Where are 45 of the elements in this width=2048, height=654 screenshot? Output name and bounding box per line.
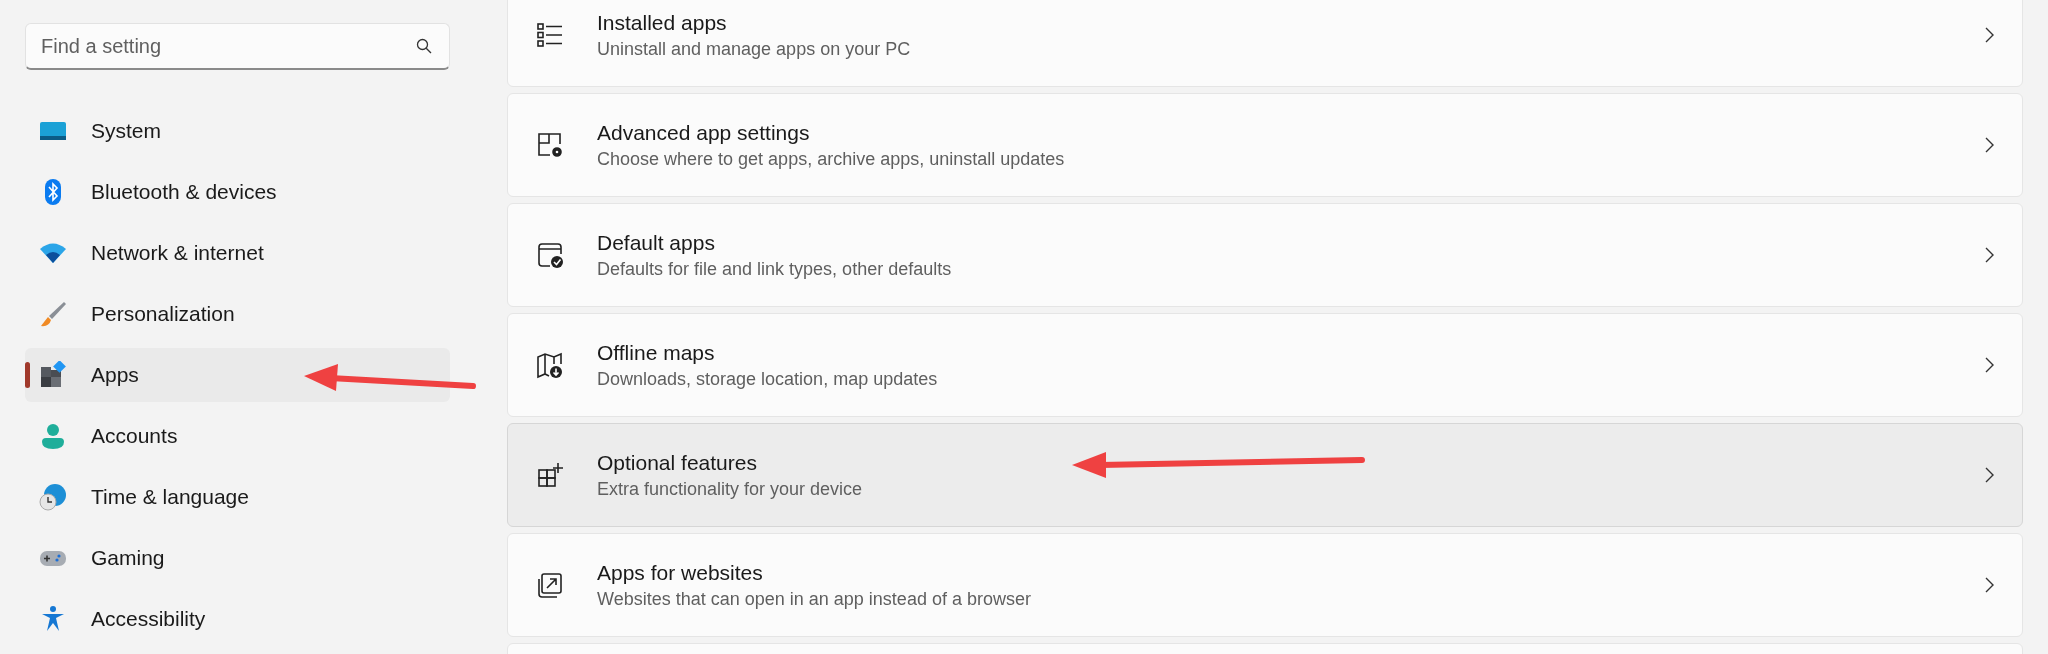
- search-icon: [416, 38, 432, 54]
- chevron-icon: [1984, 27, 1994, 43]
- card-description: Downloads, storage location, map updates: [597, 368, 938, 390]
- card-title: Installed apps: [597, 10, 728, 35]
- settings-card[interactable]: Advanced app settings Choose where to get apps, archive apps, uninstall updates: [507, 93, 2023, 197]
- sidebar-item[interactable]: Time & language: [25, 470, 450, 524]
- selection-indicator: [25, 362, 30, 388]
- card-description: Extra functionality for your device: [597, 478, 863, 500]
- chevron-icon: [1984, 137, 1994, 153]
- window-arrow-icon: [536, 571, 564, 599]
- settings-card[interactable]: Installed apps Uninstall and manage apps on your PC: [507, 0, 2023, 87]
- card-title: Optional features: [597, 450, 758, 475]
- card-description: Defaults for file and link types, other defaults: [597, 258, 952, 280]
- settings-card[interactable]: Default apps Defaults for file and link types, other defaults: [507, 203, 2023, 307]
- settings-card[interactable]: Offline maps Downloads, storage location, map updates: [507, 313, 2023, 417]
- search-field[interactable]: Find a setting: [25, 23, 450, 70]
- sidebar-item[interactable]: Accounts: [25, 409, 450, 463]
- card-title: Advanced app settings: [597, 120, 811, 145]
- sidebar-item[interactable]: System: [25, 104, 450, 158]
- card-description: Choose where to get apps, archive apps, uninstall updates: [597, 148, 1065, 170]
- chevron-icon: [1984, 247, 1994, 263]
- card-description: Uninstall and manage apps on your PC: [597, 38, 911, 60]
- sidebar-item[interactable]: Network & internet: [25, 226, 450, 280]
- card-title: Apps for websites: [597, 560, 764, 585]
- card-title: Offline maps: [597, 340, 716, 365]
- sidebar-item[interactable]: Personalization: [25, 287, 450, 341]
- settings-card[interactable]: Apps for websites Websites that can open in an app instead of a browser: [507, 533, 2023, 637]
- card-description: Websites that can open in an app instead of a browser: [597, 588, 1031, 610]
- settings-card[interactable]: Optional features Extra functionality for your device: [507, 423, 2023, 527]
- sidebar-item[interactable]: Apps: [25, 348, 450, 402]
- sidebar-item[interactable]: Accessibility: [25, 592, 450, 646]
- person-icon: [39, 422, 67, 450]
- list-icon: [536, 21, 564, 49]
- map-download-icon: [536, 351, 564, 379]
- paintbrush-icon: [39, 300, 67, 328]
- chevron-icon: [1984, 357, 1994, 373]
- window-check-icon: [536, 241, 564, 269]
- grid-plus-icon: [536, 461, 564, 489]
- globe-clock-icon: [39, 483, 67, 511]
- sidebar-item[interactable]: Gaming: [25, 531, 450, 585]
- card-title: Default apps: [597, 230, 716, 255]
- apps-icon: [39, 361, 67, 389]
- sidebar-item[interactable]: Bluetooth & devices: [25, 165, 450, 219]
- chevron-icon: [1984, 577, 1994, 593]
- chevron-icon: [1984, 467, 1994, 483]
